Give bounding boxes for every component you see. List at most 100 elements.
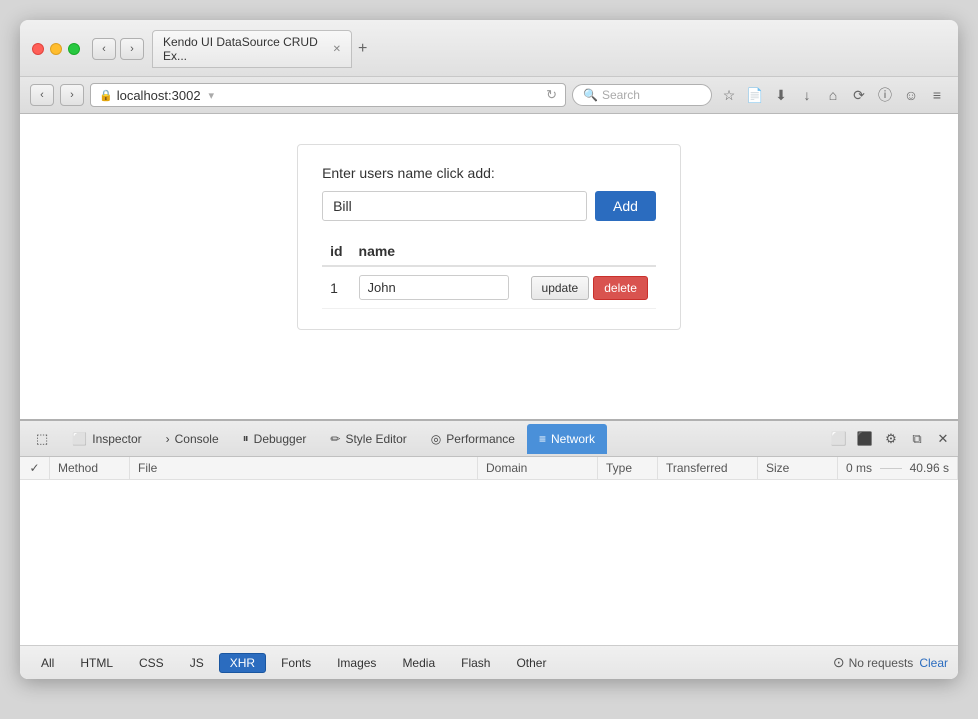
network-label: Network — [551, 432, 595, 446]
style-editor-icon: ✏ — [330, 432, 340, 446]
network-content — [20, 480, 958, 645]
filter-right: ⊙ No requests Clear — [833, 654, 948, 671]
table-row: 1 updatedelete — [322, 266, 656, 309]
address-bar: ‹ › 🔒 localhost:3002 ▾ ↻ 🔍 Search ☆ 📄 ⬇ … — [20, 77, 958, 114]
filter-btn-fonts[interactable]: Fonts — [270, 653, 322, 673]
devtools-tab-inspector[interactable]: ⬜ Inspector — [60, 424, 153, 454]
traffic-lights — [32, 43, 80, 55]
performance-icon: ◎ — [431, 432, 441, 446]
time-start: 0 ms — [846, 461, 872, 475]
info-icon[interactable]: ⓘ — [874, 84, 896, 106]
col-id-header: id — [322, 237, 350, 266]
filter-btn-js[interactable]: JS — [179, 653, 215, 673]
domain-col-header[interactable]: Domain — [478, 457, 598, 479]
transferred-col-header[interactable]: Transferred — [658, 457, 758, 479]
name-input[interactable] — [322, 191, 587, 221]
bookmark-icon[interactable]: ☆ — [718, 84, 740, 106]
devtools-right-icons: ⬜ ⬛ ⚙ ⧉ ✕ — [828, 428, 954, 450]
web-page: Enter users name click add: Add id name — [20, 114, 958, 419]
toolbar-icons: ☆ 📄 ⬇ ↓ ⌂ ⟳ ⓘ ☺ ≡ — [718, 84, 948, 106]
filter-btn-images[interactable]: Images — [326, 653, 387, 673]
lock-icon: 🔒 — [99, 89, 113, 102]
forward-button[interactable]: › — [120, 38, 144, 60]
filter-btn-html[interactable]: HTML — [69, 653, 124, 673]
home-icon[interactable]: ⌂ — [822, 84, 844, 106]
update-button[interactable]: update — [531, 276, 590, 300]
close-devtools-icon[interactable]: ✕ — [932, 428, 954, 450]
reading-icon[interactable]: 📄 — [744, 84, 766, 106]
delete-button[interactable]: delete — [593, 276, 648, 300]
col-name-header: name — [351, 237, 517, 266]
maximize-button[interactable] — [68, 43, 80, 55]
back-button[interactable]: ‹ — [92, 38, 116, 60]
performance-label: Performance — [446, 432, 515, 446]
search-placeholder: Search — [602, 88, 640, 102]
refresh-icon[interactable]: ↻ — [546, 87, 557, 103]
page-content: Enter users name click add: Add id name — [20, 114, 958, 679]
method-col-header[interactable]: Method — [50, 457, 130, 479]
title-bar: ‹ › Kendo UI DataSource CRUD Ex... ✕ + — [20, 20, 958, 77]
style-editor-label: Style Editor — [345, 432, 406, 446]
inspector-icon: ⬜ — [72, 432, 87, 446]
no-requests-status: ⊙ No requests — [833, 654, 913, 671]
pointer-icon: ⬚ — [36, 431, 48, 447]
size-col-header[interactable]: Size — [758, 457, 838, 479]
devtools-tab-pointer[interactable]: ⬚ — [24, 423, 60, 455]
dropdown-icon[interactable]: ▾ — [209, 89, 215, 102]
type-col-header[interactable]: Type — [598, 457, 658, 479]
row-name-input[interactable] — [359, 275, 509, 300]
dock-icon[interactable]: ⧉ — [906, 428, 928, 450]
filter-btn-xhr[interactable]: XHR — [219, 653, 266, 673]
no-requests-label: No requests — [849, 656, 914, 670]
devtools-tab-debugger[interactable]: ⏸ Debugger — [231, 423, 319, 454]
time-bar-col-header: 0 ms 40.96 s — [838, 457, 958, 479]
close-button[interactable] — [32, 43, 44, 55]
filter-btn-css[interactable]: CSS — [128, 653, 175, 673]
screenshot-icon[interactable]: ⬛ — [854, 428, 876, 450]
nav-buttons: ‹ › — [92, 38, 144, 60]
feedback-icon[interactable]: ☺ — [900, 84, 922, 106]
browser-tab[interactable]: Kendo UI DataSource CRUD Ex... ✕ — [152, 30, 352, 68]
search-icon: 🔍 — [583, 88, 598, 102]
new-tab-button[interactable]: + — [352, 40, 373, 58]
filter-btn-other[interactable]: Other — [505, 653, 557, 673]
devtools-tab-console[interactable]: › Console — [154, 424, 231, 454]
col-actions-header — [517, 237, 656, 266]
sync-icon[interactable]: ⟳ — [848, 84, 870, 106]
no-requests-icon: ⊙ — [833, 654, 845, 671]
responsive-icon[interactable]: ⬜ — [828, 428, 850, 450]
devtools-tab-performance[interactable]: ◎ Performance — [419, 424, 527, 454]
devtools-tab-network[interactable]: ≡ Network — [527, 424, 607, 454]
forward-nav-button[interactable]: › — [60, 84, 84, 106]
filter-btn-media[interactable]: Media — [391, 653, 446, 673]
devtools-tab-bar: ⬚ ⬜ Inspector › Console ⏸ Debugger ✏ Sty… — [20, 421, 958, 457]
filter-buttons: AllHTMLCSSJSXHRFontsImagesMediaFlashOthe… — [30, 653, 557, 673]
data-table: id name 1 updatedelete — [322, 237, 656, 309]
cell-name — [351, 266, 517, 309]
search-field[interactable]: 🔍 Search — [572, 84, 712, 106]
time-end: 40.96 s — [910, 461, 949, 475]
add-button[interactable]: Add — [595, 191, 656, 221]
clear-button[interactable]: Clear — [919, 656, 948, 670]
form-label: Enter users name click add: — [322, 165, 656, 181]
pocket-icon[interactable]: ⬇ — [770, 84, 792, 106]
menu-icon[interactable]: ≡ — [926, 84, 948, 106]
settings-icon[interactable]: ⚙ — [880, 428, 902, 450]
tab-close-icon[interactable]: ✕ — [333, 44, 341, 55]
back-nav-button[interactable]: ‹ — [30, 84, 54, 106]
filter-btn-all[interactable]: All — [30, 653, 65, 673]
download-icon[interactable]: ↓ — [796, 84, 818, 106]
minimize-button[interactable] — [50, 43, 62, 55]
network-header-row: ✓ Method File Domain Type Transferred Si… — [20, 457, 958, 480]
devtools-tab-style-editor[interactable]: ✏ Style Editor — [318, 424, 418, 454]
debugger-icon: ⏸ — [243, 431, 249, 446]
filter-btn-flash[interactable]: Flash — [450, 653, 501, 673]
file-col-header[interactable]: File — [130, 457, 478, 479]
check-col-header: ✓ — [20, 457, 50, 479]
network-icon: ≡ — [539, 432, 546, 446]
app-container: Enter users name click add: Add id name — [297, 144, 681, 330]
url-field[interactable]: 🔒 localhost:3002 ▾ ↻ — [90, 83, 566, 107]
url-text: localhost:3002 — [117, 88, 201, 103]
cell-id: 1 — [322, 266, 350, 309]
console-label: Console — [175, 432, 219, 446]
